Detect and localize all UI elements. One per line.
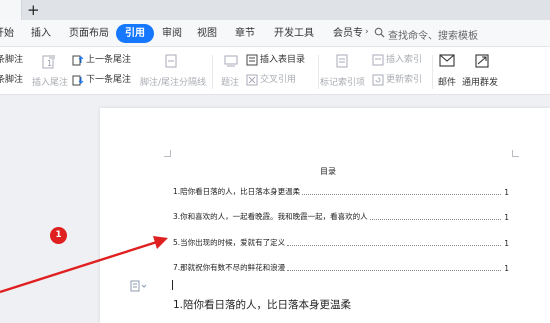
menu-bar: 开始 插入 页面布局 引用 审阅 视图 章节 开发工具 会员专 › 查找命令、搜… [0, 20, 550, 47]
toc-page-number: 1 [504, 188, 509, 197]
menu-member[interactable]: 会员专 [333, 27, 363, 40]
insert-index-label: 插入索引 [386, 55, 423, 65]
toc-title: 目录 [320, 167, 336, 176]
toc-entry-text: 7.那就祝你有数不尽的鲜花和浪漫 [173, 263, 286, 272]
svg-text:1: 1 [47, 59, 52, 68]
menu-view[interactable]: 视图 [197, 27, 217, 40]
search-icon[interactable] [374, 27, 385, 38]
toc-leader [302, 194, 502, 195]
separator-icon [165, 54, 177, 68]
update-index-button[interactable]: 更新索引 [372, 74, 422, 86]
mail-merge-button[interactable]: 邮件 [438, 75, 456, 88]
toc-entry[interactable]: 7.那就祝你有数不尽的鲜花和浪漫 1 [173, 261, 509, 273]
menu-developer-tools[interactable]: 开发工具 [274, 27, 314, 40]
insert-endnote-button[interactable]: 插入尾注 [32, 75, 68, 88]
toc-page-number: 1 [504, 213, 509, 222]
toc-leader [369, 219, 502, 220]
next-endnote-button[interactable]: 下一条尾注 [72, 74, 131, 86]
toc-entry-text: 3.你和喜欢的人，一起看晚霞。我和晚霞一起，看喜欢的人 [173, 212, 368, 221]
toc-leader [287, 245, 502, 246]
toc-entry[interactable]: 5.当你出现的时候，爱就有了定义 1 [173, 236, 509, 248]
next-endnote-icon [72, 75, 84, 86]
prev-endnote-icon [72, 55, 84, 66]
toc-page-number: 1 [504, 239, 509, 248]
toc-icon [246, 54, 258, 66]
insert-index-button[interactable]: 插入索引 [372, 54, 422, 66]
caption-icon [224, 55, 238, 67]
toc-entry-text: 1.陪你看日落的人，比日落本身更温柔 [173, 187, 301, 196]
insert-footnote-button[interactable]: 条脚注 [0, 54, 23, 66]
paragraph-icon[interactable] [130, 280, 148, 292]
update-index-label: 更新索引 [386, 75, 423, 85]
toc-entry-text: 5.当你出现的时候，爱就有了定义 [173, 238, 286, 247]
endnote-icon: 1 [42, 55, 55, 69]
next-footnote-label: 条脚注 [0, 75, 24, 85]
chevron-right-icon[interactable]: › [365, 27, 369, 37]
new-tab-button[interactable]: + [27, 1, 40, 19]
mass-mail-icon [475, 54, 489, 68]
cross-reference-button[interactable]: 交叉引用 [246, 74, 296, 86]
crop-mark [164, 150, 171, 157]
search-command-input[interactable]: 查找命令、搜索模板 [388, 27, 478, 42]
mark-index-button[interactable]: 标记索引项 [320, 75, 365, 88]
toc-entry[interactable]: 1.陪你看日落的人，比日落本身更温柔 1 [173, 185, 509, 197]
mail-icon [439, 54, 455, 67]
ribbon-toolbar: 条脚注 条脚注 1 插入尾注 上一条尾注 下一条尾注 脚注/尾注分隔线 题注 插… [0, 47, 550, 95]
index-icon [336, 54, 348, 68]
prev-endnote-button[interactable]: 上一条尾注 [72, 54, 131, 66]
toc-leader [287, 270, 502, 271]
insert-table-of-figures-button[interactable]: 插入表目录 [246, 54, 305, 66]
toc-entry[interactable]: 3.你和喜欢的人，一起看晚霞。我和晚霞一起，看喜欢的人 1 [173, 210, 509, 222]
menu-review[interactable]: 审阅 [162, 27, 182, 40]
menu-insert[interactable]: 插入 [31, 27, 51, 40]
document-tab[interactable] [0, 0, 22, 20]
menu-references[interactable]: 引用 [116, 24, 154, 43]
insert-index-icon [372, 54, 384, 66]
crop-mark [512, 150, 519, 157]
tab-strip: + [0, 0, 550, 20]
step-badge: 1 [50, 227, 67, 244]
insert-toc-label: 插入表目录 [260, 55, 306, 65]
footnote-separator-button[interactable]: 脚注/尾注分隔线 [140, 75, 206, 88]
heading-1[interactable]: 1.陪你看日落的人，比日落本身更温柔 [173, 297, 351, 312]
text-cursor [172, 280, 173, 290]
mass-mail-button[interactable]: 通用群发 [462, 75, 498, 88]
prev-endnote-label: 上一条尾注 [86, 55, 132, 65]
cross-reference-label: 交叉引用 [260, 75, 297, 85]
next-endnote-label: 下一条尾注 [86, 75, 132, 85]
menu-page-layout[interactable]: 页面布局 [69, 27, 109, 40]
cross-reference-icon [246, 74, 258, 86]
menu-section[interactable]: 章节 [235, 27, 255, 40]
caption-button[interactable]: 题注 [221, 75, 239, 88]
update-index-icon [372, 74, 384, 86]
menu-start[interactable]: 开始 [0, 27, 14, 40]
next-footnote-button[interactable]: 条脚注 [0, 74, 23, 86]
toc-page-number: 1 [504, 264, 509, 273]
insert-footnote-label: 条脚注 [0, 55, 24, 65]
